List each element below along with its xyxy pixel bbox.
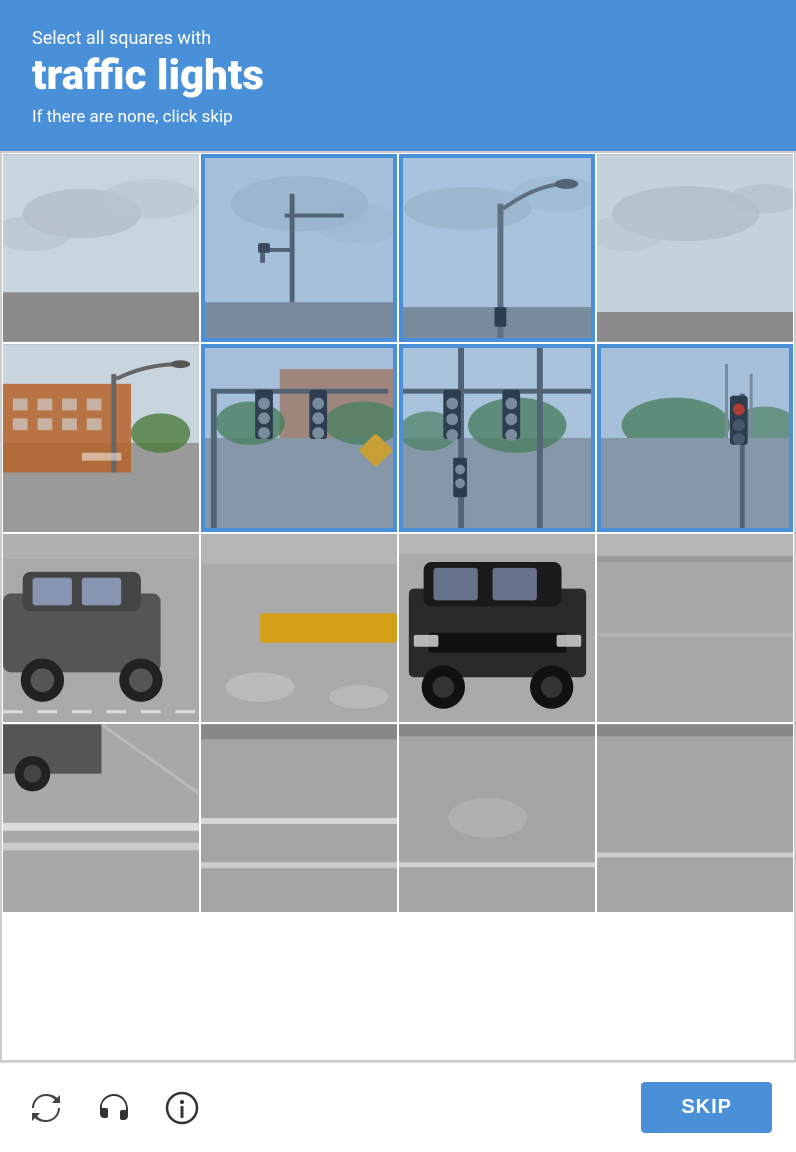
grid-cell-8[interactable] bbox=[2, 533, 200, 723]
grid-cell-9[interactable] bbox=[200, 533, 398, 723]
grid-cell-0[interactable] bbox=[2, 153, 200, 343]
grid-cell-5[interactable] bbox=[200, 343, 398, 533]
header-title: traffic lights bbox=[32, 53, 764, 99]
info-button[interactable] bbox=[160, 1086, 204, 1130]
footer-actions bbox=[24, 1086, 204, 1130]
grid-cell-14[interactable] bbox=[398, 723, 596, 913]
grid-cell-13[interactable] bbox=[200, 723, 398, 913]
image-grid bbox=[0, 151, 796, 1062]
grid-cell-3[interactable] bbox=[596, 153, 794, 343]
captcha-footer: SKIP bbox=[0, 1062, 796, 1152]
grid-cell-1[interactable] bbox=[200, 153, 398, 343]
grid-cell-10[interactable] bbox=[398, 533, 596, 723]
audio-button[interactable] bbox=[92, 1086, 136, 1130]
refresh-button[interactable] bbox=[24, 1086, 68, 1130]
grid-cell-6[interactable] bbox=[398, 343, 596, 533]
grid-cell-2[interactable] bbox=[398, 153, 596, 343]
grid-cell-4[interactable] bbox=[2, 343, 200, 533]
header-note: If there are none, click skip bbox=[32, 107, 764, 127]
header-subtitle: Select all squares with bbox=[32, 28, 764, 49]
grid-cell-15[interactable] bbox=[596, 723, 794, 913]
grid-cell-7[interactable] bbox=[596, 343, 794, 533]
grid-cell-12[interactable] bbox=[2, 723, 200, 913]
grid-cell-11[interactable] bbox=[596, 533, 794, 723]
skip-button[interactable]: SKIP bbox=[641, 1082, 772, 1133]
captcha-header: Select all squares with traffic lights I… bbox=[0, 0, 796, 151]
